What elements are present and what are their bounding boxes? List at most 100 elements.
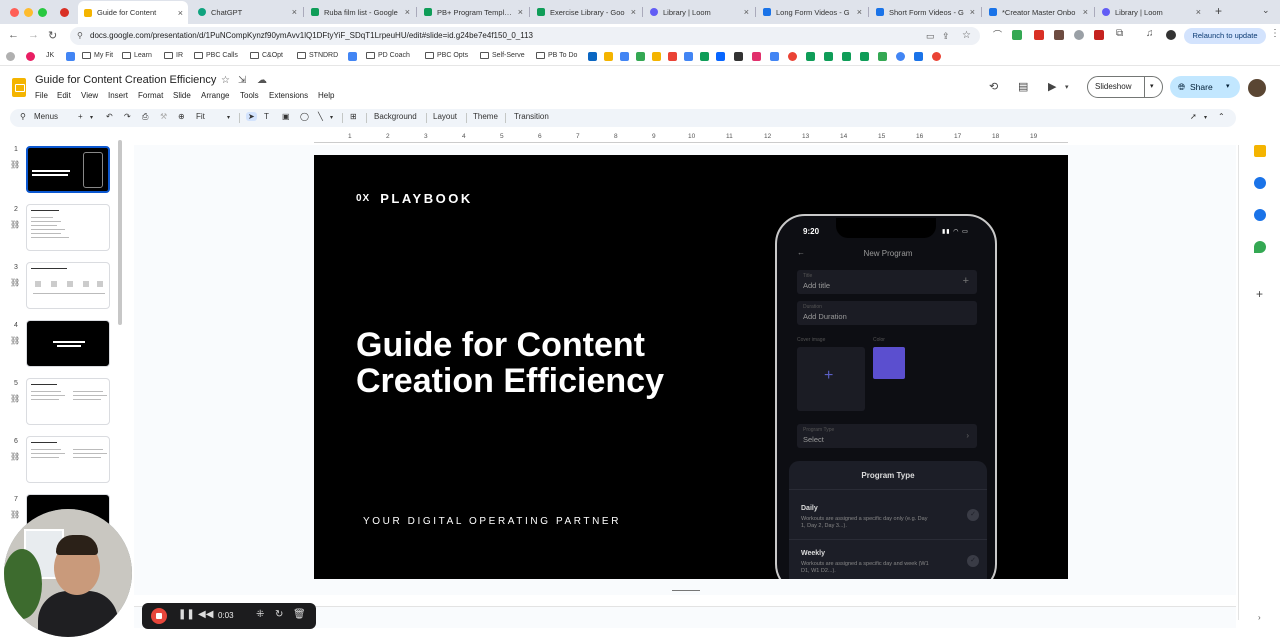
- phone-mockup-image[interactable]: 9:20 ▮▮ ◠ ▭ ← New Program Title Add titl…: [775, 214, 997, 579]
- line-icon[interactable]: ╲: [318, 112, 323, 121]
- tasks-icon[interactable]: [1254, 177, 1266, 189]
- bookmark-icon[interactable]: [604, 52, 613, 61]
- bookmark-icon[interactable]: [824, 52, 833, 61]
- chevron-down-icon[interactable]: ▾: [330, 114, 333, 121]
- cloud-saved-icon[interactable]: ☁: [257, 75, 267, 86]
- close-icon[interactable]: ×: [1083, 7, 1088, 17]
- relaunch-update-button[interactable]: Relaunch to update: [1184, 28, 1266, 44]
- insert-comment-icon[interactable]: ⊞: [350, 112, 357, 121]
- slides-logo-icon[interactable]: [12, 78, 26, 97]
- slide-subtitle[interactable]: YOUR DIGITAL OPERATING PARTNER: [363, 516, 621, 527]
- site-info-icon[interactable]: ⚲: [77, 27, 83, 45]
- cast-icon[interactable]: ⇪: [942, 27, 950, 45]
- bookmark-star-icon[interactable]: ☆: [962, 27, 971, 45]
- bookmark-icon[interactable]: [348, 52, 357, 61]
- menu-edit[interactable]: Edit: [57, 91, 71, 100]
- rewind-icon[interactable]: ◀◀: [198, 609, 213, 620]
- window-close-button[interactable]: [10, 8, 19, 17]
- browser-tab[interactable]: Library | Loom ×: [1096, 2, 1206, 22]
- redo-icon[interactable]: ↷: [124, 112, 131, 121]
- menu-file[interactable]: File: [35, 91, 48, 100]
- slide-thumbnail[interactable]: [26, 378, 110, 425]
- bookmark-icon[interactable]: [860, 52, 869, 61]
- slide-thumbnail[interactable]: [26, 320, 110, 367]
- add-addon-icon[interactable]: +: [1256, 287, 1263, 301]
- menu-insert[interactable]: Insert: [108, 91, 128, 100]
- bookmark-icon[interactable]: [684, 52, 693, 61]
- address-bar[interactable]: ⚲ docs.google.com/presentation/d/1PuNCom…: [70, 27, 980, 45]
- bookmark-icon[interactable]: [620, 52, 629, 61]
- menu-arrange[interactable]: Arrange: [201, 91, 229, 100]
- bookmark-item[interactable]: JK: [46, 52, 54, 59]
- tab-search-icon[interactable]: ⌄: [1262, 5, 1270, 16]
- browser-tab[interactable]: Short Form Videos - G ×: [870, 2, 980, 22]
- collapse-toolbar-icon[interactable]: ⌃: [1218, 112, 1225, 121]
- menu-tools[interactable]: Tools: [240, 91, 259, 100]
- contacts-icon[interactable]: [1254, 209, 1266, 221]
- bookmark-item[interactable]: PB To Do: [536, 52, 577, 59]
- pen-mode-icon[interactable]: ➚: [1190, 112, 1197, 121]
- extension-icon[interactable]: [1034, 30, 1044, 40]
- menu-extensions[interactable]: Extensions: [269, 91, 308, 100]
- document-title[interactable]: Guide for Content Creation Efficiency: [35, 74, 216, 86]
- media-icon[interactable]: ♫: [1146, 28, 1156, 39]
- avatar[interactable]: [1248, 79, 1266, 97]
- chevron-down-icon[interactable]: ▾: [1204, 114, 1207, 121]
- menu-format[interactable]: Format: [138, 91, 163, 100]
- slide-thumbnail[interactable]: [26, 262, 110, 309]
- window-minimize-button[interactable]: [24, 8, 33, 17]
- filmstrip-scrollbar[interactable]: [118, 140, 122, 325]
- bookmark-icon[interactable]: [6, 52, 15, 61]
- bookmark-icon[interactable]: [788, 52, 797, 61]
- menu-help[interactable]: Help: [318, 91, 334, 100]
- menu-slide[interactable]: Slide: [173, 91, 191, 100]
- bookmark-item[interactable]: PD Coach: [366, 52, 410, 59]
- pause-icon[interactable]: ❚❚: [178, 609, 195, 620]
- browser-tab[interactable]: Exercise Library - Goo ×: [531, 2, 641, 22]
- search-icon[interactable]: ⚲: [20, 112, 26, 121]
- back-icon[interactable]: ←: [8, 29, 19, 41]
- bookmark-icon[interactable]: [806, 52, 815, 61]
- slide-title[interactable]: Guide for Content Creation Efficiency: [356, 327, 756, 399]
- linkedin-bookmark-icon[interactable]: [588, 52, 597, 61]
- drawing-tool-icon[interactable]: ⁜: [256, 609, 264, 620]
- chevron-down-icon[interactable]: ▾: [1065, 83, 1069, 91]
- forward-icon[interactable]: →: [28, 29, 39, 41]
- chevron-down-icon[interactable]: ▾: [227, 114, 230, 121]
- browser-tab[interactable]: Guide for Content ×: [78, 1, 188, 24]
- bookmark-icon[interactable]: [26, 52, 35, 61]
- extension-icon[interactable]: ⌒: [993, 28, 1003, 40]
- trash-icon[interactable]: 🗑︎: [293, 609, 306, 620]
- text-box-icon[interactable]: T: [264, 112, 269, 121]
- image-icon[interactable]: ▣: [282, 112, 290, 121]
- bookmark-item[interactable]: Learn: [122, 52, 152, 59]
- paint-format-icon[interactable]: ⚒: [160, 112, 167, 121]
- browser-tab[interactable]: ChatGPT ×: [192, 2, 302, 22]
- chrome-menu-icon[interactable]: ⋮: [1270, 28, 1280, 39]
- camera-icon[interactable]: ▭: [926, 27, 935, 45]
- bookmark-icon[interactable]: [914, 52, 923, 61]
- extension-icon[interactable]: [1054, 30, 1064, 40]
- bookmark-item[interactable]: My Fit: [82, 52, 113, 59]
- bookmark-icon[interactable]: [842, 52, 851, 61]
- close-icon[interactable]: ×: [178, 8, 183, 18]
- close-icon[interactable]: ×: [857, 7, 862, 17]
- close-icon[interactable]: ×: [405, 7, 410, 17]
- google-bookmark-icon[interactable]: [932, 52, 941, 61]
- add-slide-icon[interactable]: +: [78, 112, 83, 121]
- share-button[interactable]: 🌐︎ Share ▾: [1170, 76, 1240, 98]
- restart-icon[interactable]: ↻: [275, 609, 283, 620]
- browser-tab[interactable]: *Creator Master Onbo ×: [983, 2, 1093, 22]
- bookmark-icon[interactable]: [636, 52, 645, 61]
- browser-tab[interactable]: Library | Loom ×: [644, 2, 754, 22]
- slideshow-button[interactable]: Slideshow ▾: [1087, 76, 1163, 98]
- bookmark-icon[interactable]: [700, 52, 709, 61]
- browser-tab[interactable]: Ruba film list - Google ×: [305, 2, 415, 22]
- version-history-icon[interactable]: ⟲: [989, 80, 998, 93]
- bookmark-icon[interactable]: [878, 52, 887, 61]
- bookmark-icon[interactable]: [652, 52, 661, 61]
- close-icon[interactable]: ×: [970, 7, 975, 17]
- menus-search[interactable]: Menus: [34, 112, 58, 121]
- chevron-down-icon[interactable]: ▾: [1226, 76, 1230, 98]
- canvas-horizontal-scrollbar[interactable]: [672, 590, 700, 591]
